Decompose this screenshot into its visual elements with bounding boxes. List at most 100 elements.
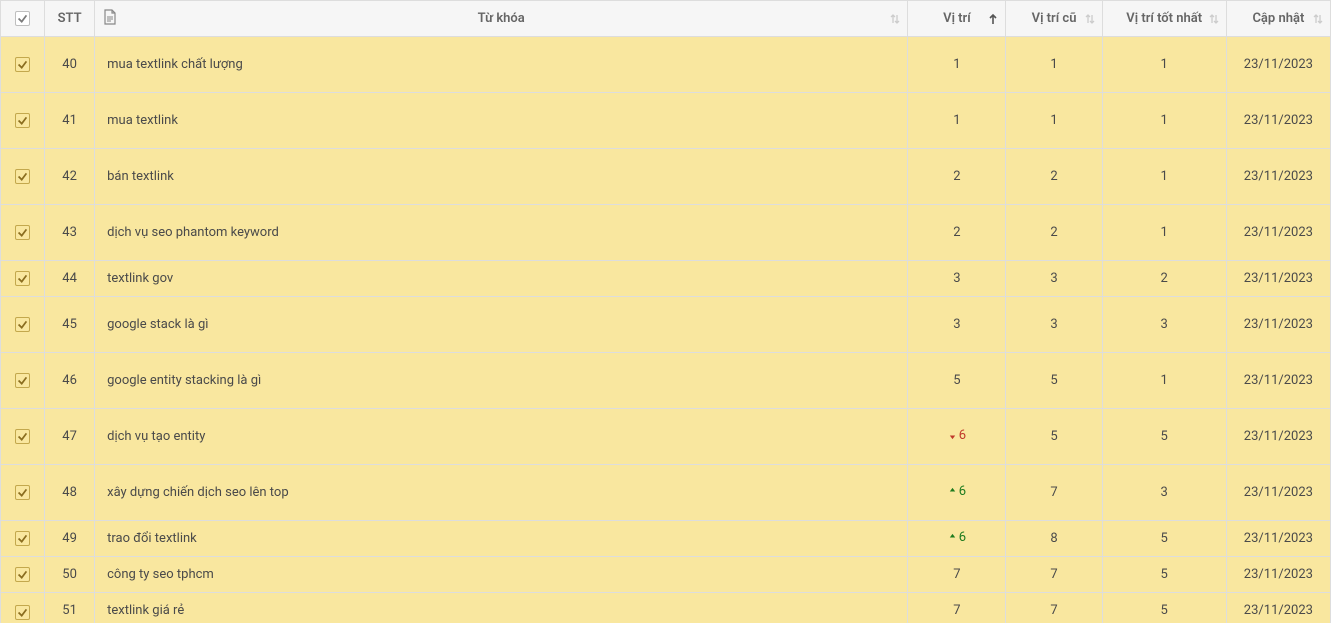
row-old-position: 7 — [1006, 557, 1102, 593]
row-checkbox[interactable] — [15, 57, 30, 72]
row-checkbox-cell — [1, 557, 45, 593]
arrow-down-icon — [948, 430, 957, 441]
row-checkbox[interactable] — [15, 567, 30, 582]
arrow-up-icon — [948, 486, 957, 497]
row-stt: 41 — [45, 93, 95, 149]
row-stt: 42 — [45, 149, 95, 205]
row-checkbox-cell — [1, 205, 45, 261]
row-checkbox-cell — [1, 465, 45, 521]
header-best-position-label: Vị trí tốt nhất — [1126, 11, 1202, 26]
row-checkbox[interactable] — [15, 225, 30, 240]
row-checkbox[interactable] — [15, 605, 30, 620]
header-stt[interactable]: STT — [45, 1, 95, 37]
row-position: 6 — [908, 409, 1006, 465]
row-checkbox[interactable] — [15, 113, 30, 128]
row-best-position: 1 — [1102, 149, 1226, 205]
header-updated[interactable]: Cập nhật — [1226, 1, 1330, 37]
row-best-position: 5 — [1102, 521, 1226, 557]
row-position: 1 — [908, 37, 1006, 93]
row-position: 2 — [908, 149, 1006, 205]
row-stt: 46 — [45, 353, 95, 409]
row-position: 6 — [908, 465, 1006, 521]
table-header-row: STT Từ khóa Vị trí — [1, 1, 1331, 37]
row-best-position: 1 — [1102, 37, 1226, 93]
sort-icon — [1084, 13, 1096, 25]
row-best-position: 2 — [1102, 261, 1226, 297]
row-old-position: 1 — [1006, 93, 1102, 149]
table-row: 50công ty seo tphcm77523/11/2023 — [1, 557, 1331, 593]
row-keyword[interactable]: bán textlink — [95, 149, 908, 205]
row-updated: 23/11/2023 — [1226, 93, 1330, 149]
header-position-label: Vị trí — [943, 11, 971, 26]
row-checkbox[interactable] — [15, 429, 30, 444]
row-position: 3 — [908, 261, 1006, 297]
header-position[interactable]: Vị trí — [908, 1, 1006, 37]
row-old-position: 8 — [1006, 521, 1102, 557]
table-row: 44textlink gov33223/11/2023 — [1, 261, 1331, 297]
row-checkbox[interactable] — [15, 317, 30, 332]
header-updated-label: Cập nhật — [1252, 11, 1304, 26]
row-stt: 47 — [45, 409, 95, 465]
row-keyword[interactable]: dịch vụ seo phantom keyword — [95, 205, 908, 261]
row-checkbox[interactable] — [15, 373, 30, 388]
keyword-ranking-table: STT Từ khóa Vị trí — [0, 0, 1331, 623]
header-checkbox-cell — [1, 1, 45, 37]
row-keyword[interactable]: google entity stacking là gì — [95, 353, 908, 409]
row-checkbox-cell — [1, 149, 45, 205]
row-checkbox-cell — [1, 521, 45, 557]
row-old-position: 5 — [1006, 353, 1102, 409]
row-checkbox-cell — [1, 297, 45, 353]
row-best-position: 5 — [1102, 593, 1226, 623]
table-row: 46google entity stacking là gì55123/11/2… — [1, 353, 1331, 409]
row-checkbox[interactable] — [15, 531, 30, 546]
header-best-position[interactable]: Vị trí tốt nhất — [1102, 1, 1226, 37]
row-stt: 48 — [45, 465, 95, 521]
table-row: 40mua textlink chất lượng11123/11/2023 — [1, 37, 1331, 93]
row-checkbox[interactable] — [15, 169, 30, 184]
select-all-checkbox[interactable] — [15, 11, 30, 26]
row-stt: 45 — [45, 297, 95, 353]
row-keyword[interactable]: xây dựng chiến dịch seo lên top — [95, 465, 908, 521]
row-position: 2 — [908, 205, 1006, 261]
row-updated: 23/11/2023 — [1226, 149, 1330, 205]
row-checkbox-cell — [1, 37, 45, 93]
row-old-position: 2 — [1006, 205, 1102, 261]
row-old-position: 3 — [1006, 261, 1102, 297]
table-row: 48xây dựng chiến dịch seo lên top67323/1… — [1, 465, 1331, 521]
row-checkbox[interactable] — [15, 485, 30, 500]
row-stt: 43 — [45, 205, 95, 261]
row-best-position: 1 — [1102, 93, 1226, 149]
arrow-up-icon — [948, 532, 957, 543]
row-old-position: 1 — [1006, 37, 1102, 93]
row-keyword[interactable]: trao đổi textlink — [95, 521, 908, 557]
row-keyword[interactable]: google stack là gì — [95, 297, 908, 353]
row-keyword[interactable]: mua textlink — [95, 93, 908, 149]
row-checkbox-cell — [1, 353, 45, 409]
header-old-position-label: Vị trí cũ — [1032, 11, 1077, 26]
row-best-position: 3 — [1102, 297, 1226, 353]
row-updated: 23/11/2023 — [1226, 353, 1330, 409]
row-keyword[interactable]: textlink giá rẻ — [95, 593, 908, 623]
row-keyword[interactable]: công ty seo tphcm — [95, 557, 908, 593]
row-position: 1 — [908, 93, 1006, 149]
row-stt: 50 — [45, 557, 95, 593]
header-old-position[interactable]: Vị trí cũ — [1006, 1, 1102, 37]
row-position: 7 — [908, 593, 1006, 623]
row-best-position: 5 — [1102, 557, 1226, 593]
row-updated: 23/11/2023 — [1226, 409, 1330, 465]
table-row: 49trao đổi textlink68523/11/2023 — [1, 521, 1331, 557]
row-old-position: 2 — [1006, 149, 1102, 205]
row-best-position: 5 — [1102, 409, 1226, 465]
row-best-position: 1 — [1102, 353, 1226, 409]
sort-icon — [1208, 13, 1220, 25]
row-old-position: 7 — [1006, 465, 1102, 521]
row-keyword[interactable]: textlink gov — [95, 261, 908, 297]
table-row: 42bán textlink22123/11/2023 — [1, 149, 1331, 205]
row-keyword[interactable]: dịch vụ tạo entity — [95, 409, 908, 465]
row-checkbox[interactable] — [15, 271, 30, 286]
sort-icon — [889, 13, 901, 25]
row-keyword[interactable]: mua textlink chất lượng — [95, 37, 908, 93]
header-keyword[interactable]: Từ khóa — [95, 1, 908, 37]
row-position: 7 — [908, 557, 1006, 593]
header-keyword-label: Từ khóa — [478, 11, 525, 26]
